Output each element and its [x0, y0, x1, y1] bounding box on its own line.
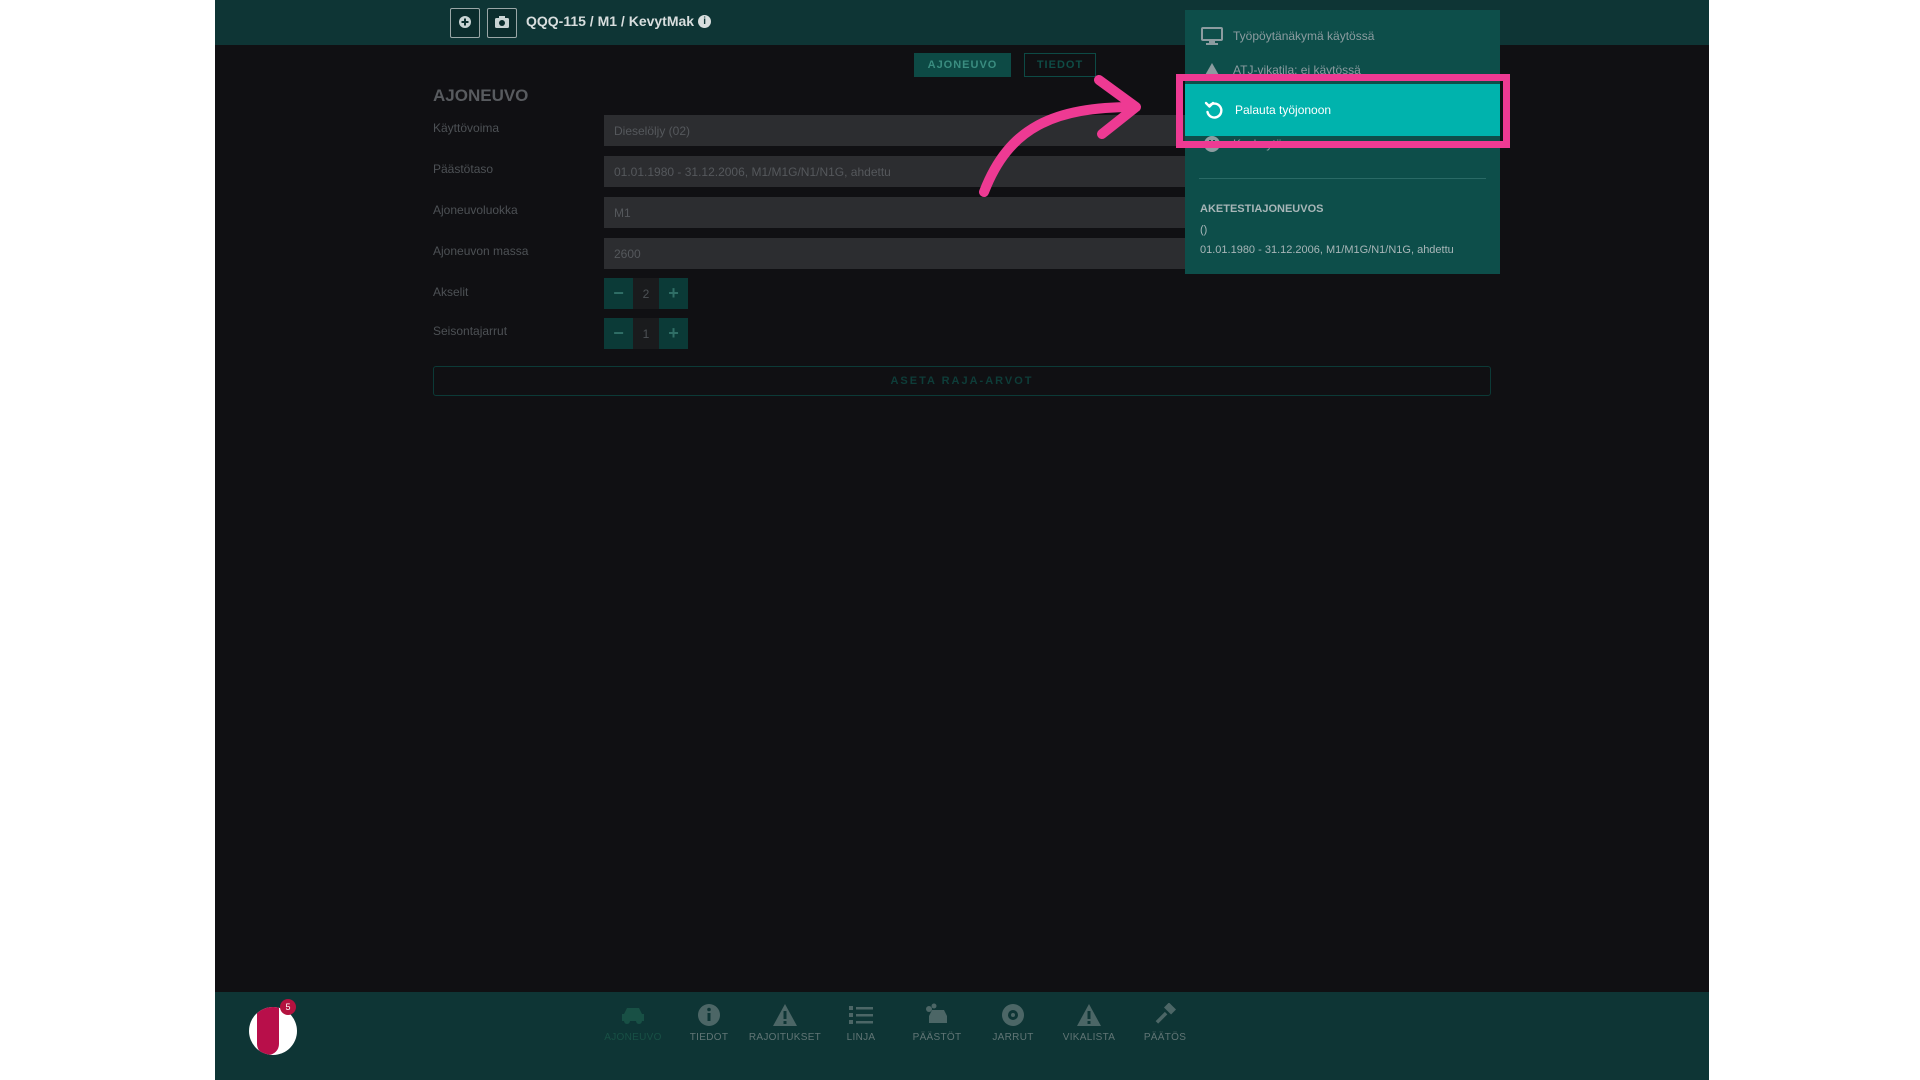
stepper-value[interactable]: 1	[633, 318, 659, 349]
annotation-arrow	[979, 75, 1141, 197]
menu-item-label: Työpöytänäkymä käytössä	[1233, 29, 1375, 43]
car-icon	[619, 1002, 647, 1028]
tab-label: TIEDOT	[1036, 59, 1084, 71]
nav-item-jarrut[interactable]: JARRUT	[973, 1002, 1053, 1054]
nav-label: PÄÄTÖS	[1143, 1032, 1187, 1043]
warning-icon	[771, 1002, 799, 1028]
notification-badge: 5	[280, 999, 296, 1015]
menu-divider	[1199, 178, 1486, 179]
field-value: 2600	[614, 246, 641, 261]
camera-icon	[494, 15, 510, 32]
nav-item-tiedot[interactable]: TIEDOT	[669, 1002, 749, 1054]
decrement-button[interactable]: −	[604, 278, 633, 309]
field-label-massa: Ajoneuvon massa	[433, 244, 529, 258]
add-icon	[458, 15, 472, 32]
nav-item-ajoneuvo[interactable]: AJONEUVO	[593, 1002, 673, 1054]
field-label-ajoneuvoluokka: Ajoneuvoluokka	[433, 203, 518, 217]
nav-item-linja[interactable]: LINJA	[821, 1002, 901, 1054]
nav-item-vikalista[interactable]: VIKALISTA	[1049, 1002, 1129, 1054]
avatar-logo	[257, 1007, 279, 1055]
highlight-box	[1176, 74, 1510, 148]
exhaust-icon	[923, 1002, 951, 1028]
nav-label: PÄÄSTÖT	[912, 1032, 962, 1043]
vehicle-info-line: ()	[1200, 224, 1208, 236]
nav-label: VIKALISTA	[1062, 1032, 1116, 1043]
menu-item-desktop-view[interactable]: Työpöytänäkymä käytössä	[1185, 18, 1500, 54]
decrement-button[interactable]: −	[604, 318, 633, 349]
field-label-akselit: Akselit	[433, 285, 469, 299]
info-circle-icon[interactable]: i	[698, 14, 712, 28]
increment-button[interactable]: +	[659, 318, 688, 349]
field-label-paastotaso: Päästötaso	[433, 162, 494, 176]
brake-icon	[999, 1002, 1027, 1028]
nav-item-rajoitukset[interactable]: RAJOITUKSET	[745, 1002, 825, 1054]
section-title: AJONEUVO	[433, 86, 529, 105]
akselit-stepper: − 2 +	[604, 278, 688, 309]
set-limits-button[interactable]: ASETA RAJA-ARVOT	[433, 366, 1491, 396]
add-button[interactable]	[450, 8, 480, 38]
list-icon	[847, 1002, 875, 1028]
nav-item-paastot[interactable]: PÄÄSTÖT	[897, 1002, 977, 1054]
hammer-icon	[1151, 1002, 1179, 1028]
nav-label: JARRUT	[992, 1032, 1034, 1043]
seisontajarrut-stepper: − 1 +	[604, 318, 688, 349]
nav-label: RAJOITUKSET	[748, 1032, 822, 1043]
field-value: M1	[614, 205, 631, 220]
field-value: 01.01.1980 - 31.12.2006, M1/M1G/N1/N1G, …	[614, 164, 891, 179]
massa-field[interactable]: 2600	[604, 238, 1224, 269]
increment-button[interactable]: +	[659, 278, 688, 309]
info-icon	[695, 1002, 723, 1028]
nav-label: TIEDOT	[689, 1032, 729, 1043]
vehicle-title: QQQ-115 / M1 / KevytMak i	[526, 13, 712, 29]
nav-label: LINJA	[846, 1032, 876, 1043]
vehicle-info-heading: AKETESTIAJONEUVOS	[1200, 203, 1324, 215]
stepper-value[interactable]: 2	[633, 278, 659, 309]
field-value: Dieselöljy (02)	[614, 123, 691, 138]
monitor-icon	[1201, 27, 1223, 45]
camera-button[interactable]	[487, 8, 517, 38]
nav-item-paatos[interactable]: PÄÄTÖS	[1125, 1002, 1205, 1054]
field-label-kayttovoima: Käyttövoima	[433, 121, 500, 135]
nav-label: AJONEUVO	[604, 1032, 662, 1043]
field-label-seisontajarrut: Seisontajarrut	[433, 324, 508, 338]
tab-label: AJONEUVO	[927, 59, 998, 71]
vehicle-info-emission: 01.01.1980 - 31.12.2006, M1/M1G/N1/N1G, …	[1200, 244, 1454, 256]
set-limits-label: ASETA RAJA-ARVOT	[890, 375, 1034, 387]
vehicle-title-text: QQQ-115 / M1 / KevytMak	[526, 13, 695, 29]
warning-icon	[1075, 1002, 1103, 1028]
app-window: QQQ-115 / M1 / KevytMak i AJONEUVO TIEDO…	[215, 0, 1709, 1080]
